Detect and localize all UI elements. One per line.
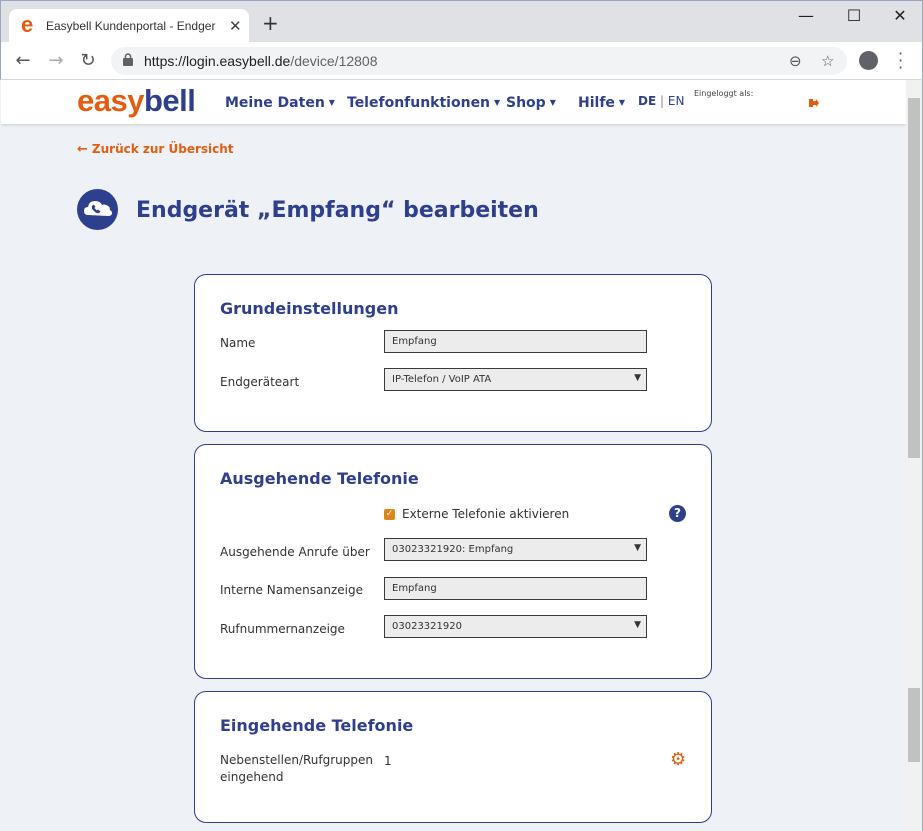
reload-icon[interactable]: ↻	[78, 50, 98, 71]
logout-icon[interactable]	[809, 98, 819, 108]
gear-icon[interactable]: ⚙	[670, 751, 686, 769]
chevron-down-icon: ▼	[549, 98, 556, 107]
caller-id-select[interactable]: 03023321920 ▼	[384, 615, 647, 638]
nav-hilfe[interactable]: Hilfe ▼	[578, 95, 625, 111]
section-title: Grundeinstellungen	[220, 299, 399, 318]
nav-telefonfunktionen[interactable]: Telefonfunktionen ▼	[347, 95, 500, 111]
nav-shop[interactable]: Shop ▼	[506, 95, 556, 111]
device-type-select[interactable]: IP-Telefon / VoIP ATA ▼	[384, 368, 647, 391]
browser-titlebar: e Easybell Kundenportal - Endgerä ✕ + — …	[0, 0, 923, 43]
page-scrollbar[interactable]	[906, 80, 923, 831]
dropdown-arrow-icon: ▼	[634, 620, 641, 630]
extensions-label: Nebenstellen/Rufgruppen eingehend	[220, 753, 374, 784]
easybell-favicon-icon: e	[21, 12, 34, 37]
device-type-label: Endgeräteart	[220, 375, 300, 389]
browser-toolbar: ← → ↻ https://login.easybell.de/device/1…	[0, 42, 923, 80]
chevron-down-icon: ▼	[494, 98, 501, 107]
scrollbar-thumb[interactable]	[908, 98, 920, 458]
outgoing-calls-label: Ausgehende Anrufe über	[220, 545, 370, 559]
language-switch: DE | EN	[638, 94, 685, 108]
extensions-count: 1	[384, 754, 392, 768]
site-header: easybell Meine Daten ▼ Telefonfunktionen ▼…	[1, 80, 906, 124]
chevron-down-icon: ▼	[618, 98, 626, 107]
name-input[interactable]: Empfang	[384, 330, 647, 353]
page-title: Endgerät „Empfang“ bearbeiten	[136, 198, 539, 223]
help-icon[interactable]: ?	[669, 505, 686, 522]
arrow-left-icon: ←	[77, 142, 88, 157]
zoom-icon[interactable]: ⊖	[789, 52, 802, 70]
section-title: Eingehende Telefonie	[220, 716, 414, 735]
back-arrow-icon[interactable]: ←	[13, 50, 33, 71]
logged-in-label: Eingeloggt als:	[694, 89, 754, 98]
cloud-phone-icon	[77, 189, 118, 230]
section-title: Ausgehende Telefonie	[220, 469, 419, 488]
browser-menu-icon[interactable]: · · ·	[898, 46, 903, 76]
nav-meine-daten[interactable]: Meine Daten ▼	[225, 95, 335, 111]
easybell-logo[interactable]: easybell	[77, 83, 196, 119]
chevron-down-icon: ▼	[328, 98, 335, 107]
url-text: https://login.easybell.de/device/12808	[144, 53, 378, 69]
scrollbar-thumb-lower[interactable]	[908, 688, 920, 762]
internal-name-input[interactable]: Empfang	[384, 577, 647, 600]
bookmark-star-icon[interactable]: ☆	[821, 52, 834, 70]
page-viewport: easybell Meine Daten ▼ Telefonfunktionen ▼…	[1, 80, 906, 831]
maximize-icon[interactable]: ☐	[831, 6, 877, 25]
internal-name-label: Interne Namensanzeige	[220, 583, 363, 597]
name-label: Name	[220, 336, 256, 350]
dropdown-arrow-icon: ▼	[634, 373, 641, 383]
lock-icon	[123, 53, 133, 66]
tab-title: Easybell Kundenportal - Endgerä	[46, 19, 216, 33]
profile-avatar-icon[interactable]	[859, 51, 878, 70]
close-tab-icon[interactable]: ✕	[229, 17, 242, 35]
address-bar[interactable]: https://login.easybell.de/device/12808 ⊖…	[111, 47, 847, 75]
new-tab-icon[interactable]: +	[262, 13, 279, 33]
minimize-icon[interactable]: —	[783, 6, 829, 25]
card-grundeinstellungen: Grundeinstellungen Name Empfang Endgerät…	[194, 274, 712, 432]
window-close-icon[interactable]: ✕	[877, 6, 923, 25]
outgoing-calls-select[interactable]: 03023321920: Empfang ▼	[384, 538, 647, 561]
dropdown-arrow-icon: ▼	[634, 543, 641, 553]
back-to-overview-link[interactable]: ← Zurück zur Übersicht	[77, 142, 234, 157]
extern-telephony-label: Externe Telefonie aktivieren	[402, 507, 570, 521]
extern-telephony-checkbox[interactable]: ✓	[384, 509, 395, 520]
card-eingehende-telefonie: Eingehende Telefonie Nebenstellen/Rufgru…	[194, 691, 712, 823]
lang-de[interactable]: DE	[638, 94, 656, 108]
browser-tab[interactable]: e Easybell Kundenportal - Endgerä ✕	[9, 9, 249, 43]
forward-arrow-icon[interactable]: →	[46, 50, 66, 71]
caller-id-label: Rufnummernanzeige	[220, 622, 345, 636]
lang-en[interactable]: EN	[668, 94, 685, 108]
card-ausgehende-telefonie: Ausgehende Telefonie ✓ Externe Telefonie…	[194, 444, 712, 679]
